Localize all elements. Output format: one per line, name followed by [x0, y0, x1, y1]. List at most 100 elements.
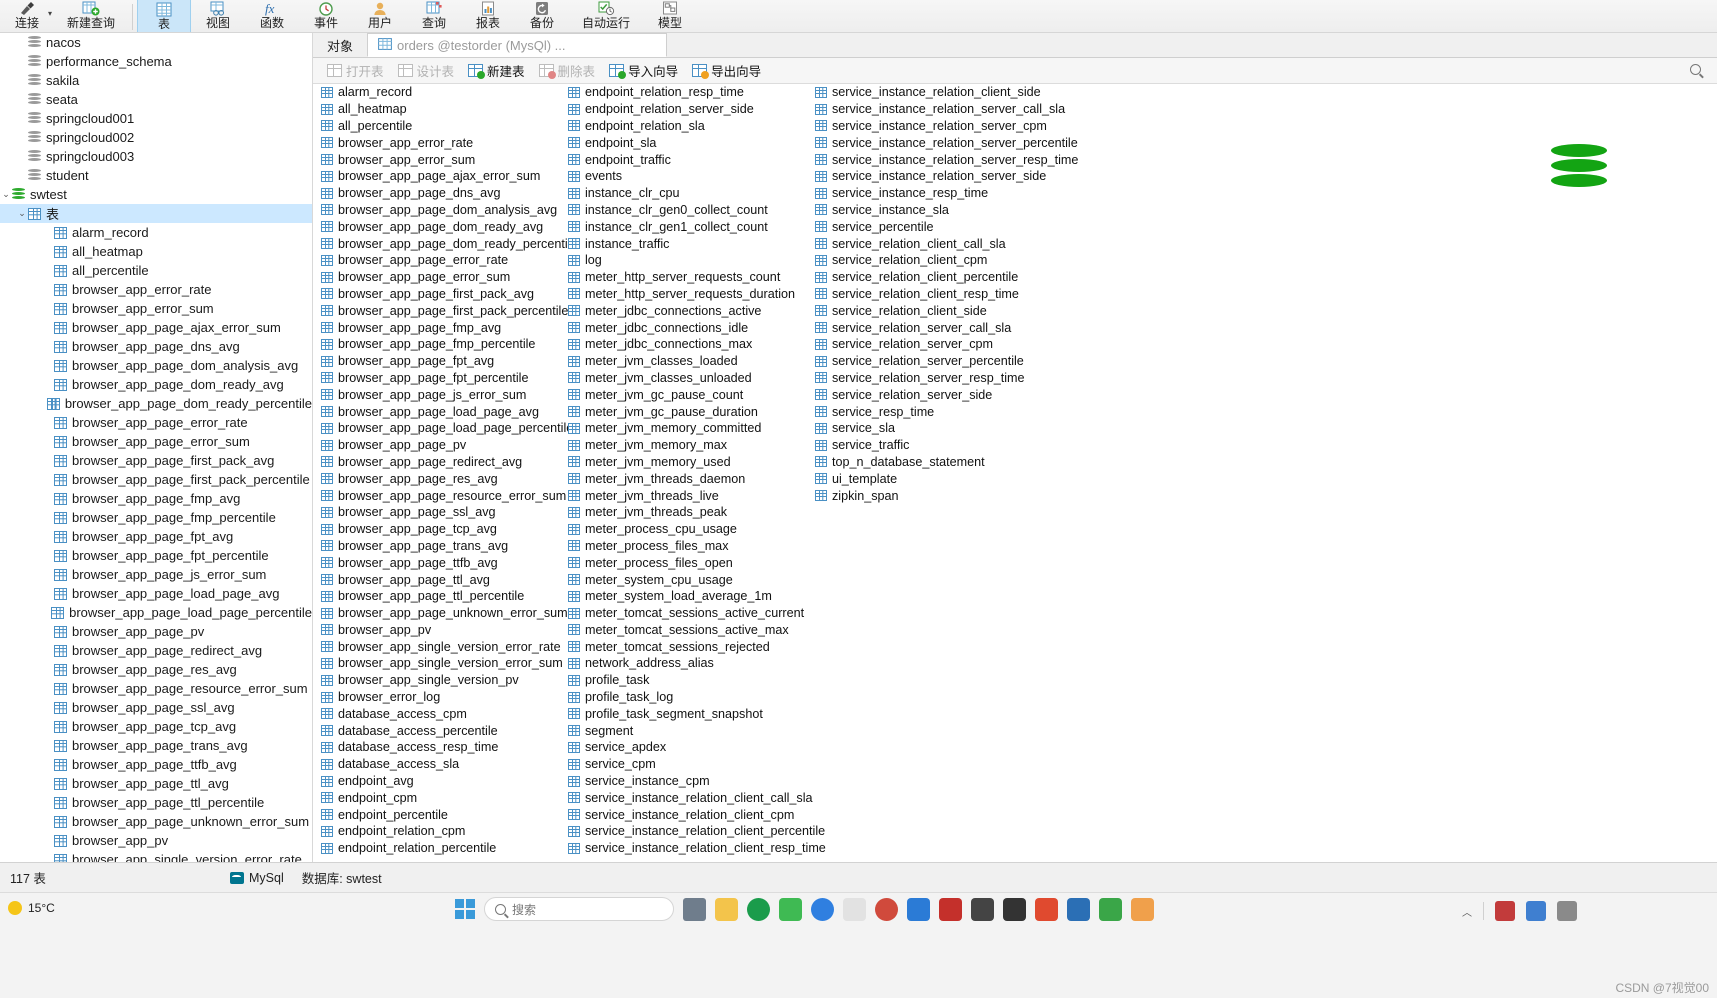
- object-list-item[interactable]: endpoint_traffic: [568, 151, 815, 168]
- tree-table-item[interactable]: browser_app_page_fpt_percentile: [0, 546, 312, 565]
- tree-table-item[interactable]: browser_app_page_trans_avg: [0, 736, 312, 755]
- object-list-item[interactable]: meter_jvm_classes_loaded: [568, 353, 815, 370]
- object-list-item[interactable]: meter_system_cpu_usage: [568, 571, 815, 588]
- chevron-down-icon[interactable]: ▾: [48, 9, 52, 18]
- object-list-item[interactable]: meter_jvm_classes_unloaded: [568, 370, 815, 387]
- wechat-icon[interactable]: [779, 897, 802, 921]
- navicat-icon[interactable]: [1067, 897, 1090, 921]
- tree-table-item[interactable]: browser_app_page_ttl_avg: [0, 774, 312, 793]
- object-list-item[interactable]: service_percentile: [815, 218, 1085, 235]
- object-list-item[interactable]: events: [568, 168, 815, 185]
- tree-table-item[interactable]: browser_app_page_ajax_error_sum: [0, 318, 312, 337]
- search-icon[interactable]: [1690, 62, 1701, 78]
- object-list-item[interactable]: service_instance_relation_server_cpm: [815, 118, 1085, 135]
- object-list-item[interactable]: meter_process_cpu_usage: [568, 521, 815, 538]
- tree-table-item[interactable]: browser_app_page_first_pack_avg: [0, 451, 312, 470]
- object-list-item[interactable]: service_instance_relation_server_resp_ti…: [815, 151, 1085, 168]
- tree-table-item[interactable]: browser_app_page_load_page_percentile: [0, 603, 312, 622]
- tree-table-item[interactable]: browser_app_single_version_error_rate: [0, 850, 312, 862]
- object-list-item[interactable]: browser_app_page_ssl_avg: [321, 504, 568, 521]
- tray-volume-icon[interactable]: [1557, 901, 1577, 921]
- object-list-item[interactable]: browser_app_page_dns_avg: [321, 185, 568, 202]
- object-list-column-1[interactable]: alarm_record all_heatmap all_percentile bro…: [321, 84, 577, 857]
- object-list-item[interactable]: endpoint_sla: [568, 134, 815, 151]
- object-list-item[interactable]: meter_jvm_threads_daemon: [568, 470, 815, 487]
- tree-item-performance_schema[interactable]: performance_schema: [0, 52, 312, 71]
- ribbon-item-user[interactable]: 用户: [353, 0, 407, 32]
- tree-table-item[interactable]: browser_app_page_error_rate: [0, 413, 312, 432]
- tree-table-item[interactable]: browser_app_error_sum: [0, 299, 312, 318]
- object-list-item[interactable]: browser_app_page_redirect_avg: [321, 454, 568, 471]
- tree-table-item[interactable]: browser_app_page_dom_ready_avg: [0, 375, 312, 394]
- tree-item-springcloud001[interactable]: springcloud001: [0, 109, 312, 128]
- object-list-item[interactable]: ui_template: [815, 470, 1085, 487]
- tree-table-item[interactable]: all_heatmap: [0, 242, 312, 261]
- object-list-item[interactable]: browser_app_pv: [321, 622, 568, 639]
- windows-start-icon[interactable]: [455, 899, 475, 919]
- tree-item-表[interactable]: ⌄ 表: [0, 204, 312, 223]
- ribbon-item-connection[interactable]: 连接 ▾: [0, 0, 54, 32]
- object-list-item[interactable]: meter_jvm_gc_pause_duration: [568, 403, 815, 420]
- object-list-item[interactable]: service_relation_client_resp_time: [815, 286, 1085, 303]
- vscode-icon[interactable]: [1003, 897, 1026, 921]
- table-tree[interactable]: alarm_record all_heatmap all_percentile bro…: [0, 223, 312, 862]
- tree-item-swtest[interactable]: ⌄ swtest: [0, 185, 312, 204]
- tree-table-item[interactable]: browser_app_page_tcp_avg: [0, 717, 312, 736]
- tree-table-item[interactable]: browser_app_page_ttl_percentile: [0, 793, 312, 812]
- object-list-item[interactable]: instance_clr_cpu: [568, 185, 815, 202]
- qq-icon[interactable]: [907, 897, 930, 921]
- ribbon-item-model[interactable]: 模型: [643, 0, 697, 32]
- ribbon-item-report[interactable]: 报表: [461, 0, 515, 32]
- ribbon-item-event[interactable]: 事件: [299, 0, 353, 32]
- taskview-icon[interactable]: [683, 897, 706, 921]
- tree-table-item[interactable]: browser_app_pv: [0, 831, 312, 850]
- object-list-item[interactable]: service_relation_client_side: [815, 302, 1085, 319]
- object-list-item[interactable]: browser_app_page_js_error_sum: [321, 386, 568, 403]
- chrome-icon[interactable]: [747, 897, 770, 921]
- object-list-item[interactable]: meter_jdbc_connections_max: [568, 336, 815, 353]
- object-list-item[interactable]: segment: [568, 722, 815, 739]
- tree-item-student[interactable]: student: [0, 166, 312, 185]
- object-list-item[interactable]: browser_app_page_first_pack_avg: [321, 286, 568, 303]
- object-list-item[interactable]: service_relation_client_cpm: [815, 252, 1085, 269]
- object-list-item[interactable]: endpoint_relation_server_side: [568, 101, 815, 118]
- object-list-item[interactable]: meter_jvm_memory_committed: [568, 420, 815, 437]
- object-list-item[interactable]: browser_app_page_unknown_error_sum: [321, 605, 568, 622]
- object-list-item[interactable]: service_instance_relation_client_resp_ti…: [568, 840, 826, 857]
- object-list-item[interactable]: meter_jdbc_connections_idle: [568, 319, 815, 336]
- tree-table-item[interactable]: browser_app_page_redirect_avg: [0, 641, 312, 660]
- object-list-item[interactable]: service_instance_cpm: [568, 773, 815, 790]
- object-list-item[interactable]: service_sla: [815, 420, 1085, 437]
- ribbon-item-table[interactable]: 表: [137, 0, 191, 32]
- edge-icon[interactable]: [811, 897, 834, 921]
- object-list-item[interactable]: browser_app_page_dom_ready_percentile: [321, 235, 577, 252]
- object-list-item[interactable]: database_access_cpm: [321, 705, 568, 722]
- object-list-item[interactable]: browser_app_page_res_avg: [321, 470, 568, 487]
- tree-table-item[interactable]: browser_app_page_fmp_percentile: [0, 508, 312, 527]
- object-list-item[interactable]: database_access_resp_time: [321, 739, 568, 756]
- object-list-item[interactable]: service_instance_relation_client_call_sl…: [568, 789, 815, 806]
- object-list-item[interactable]: service_apdex: [568, 739, 815, 756]
- tree-table-item[interactable]: browser_app_page_pv: [0, 622, 312, 641]
- object-list-item[interactable]: meter_system_load_average_1m: [568, 588, 815, 605]
- chevron-down-icon[interactable]: ⌄: [16, 208, 28, 219]
- object-list-item[interactable]: service_instance_resp_time: [815, 185, 1085, 202]
- object-list-item[interactable]: browser_app_error_sum: [321, 151, 568, 168]
- object-list-item[interactable]: top_n_database_statement: [815, 454, 1085, 471]
- object-list-item[interactable]: browser_app_page_error_rate: [321, 252, 568, 269]
- object-list-item[interactable]: browser_app_page_fmp_percentile: [321, 336, 568, 353]
- object-list-column-3[interactable]: service_instance_relation_client_side ser…: [815, 84, 1085, 504]
- object-list-item[interactable]: service_instance_relation_client_percent…: [568, 823, 825, 840]
- object-list-item[interactable]: meter_jvm_threads_peak: [568, 504, 815, 521]
- pdf-icon[interactable]: [939, 897, 962, 921]
- object-list-item[interactable]: browser_app_page_ttl_percentile: [321, 588, 568, 605]
- object-list-item[interactable]: service_relation_client_call_sla: [815, 235, 1085, 252]
- object-list-item[interactable]: meter_jvm_gc_pause_count: [568, 386, 815, 403]
- object-list-item[interactable]: browser_app_page_error_sum: [321, 269, 568, 286]
- object-list-column-2[interactable]: endpoint_relation_resp_time endpoint_rela…: [568, 84, 826, 857]
- object-list-item[interactable]: network_address_alias: [568, 655, 815, 672]
- tree-table-item[interactable]: browser_app_page_ttfb_avg: [0, 755, 312, 774]
- object-list-item[interactable]: instance_clr_gen1_collect_count: [568, 218, 815, 235]
- ribbon-item-query[interactable]: 查询: [407, 0, 461, 32]
- toolbar-button[interactable]: 导入向导: [609, 61, 678, 80]
